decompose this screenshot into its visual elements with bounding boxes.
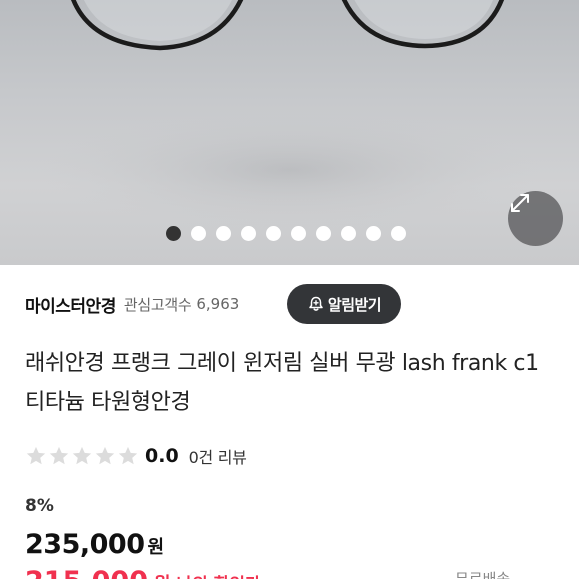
carousel-indicator bbox=[166, 226, 406, 241]
star-icon bbox=[118, 446, 138, 465]
price-row: 235,000 원 bbox=[25, 529, 164, 560]
review-count[interactable]: 0건 리뷰 bbox=[189, 444, 247, 468]
rating-score: 0.0 bbox=[145, 445, 179, 467]
carousel-dot[interactable] bbox=[166, 226, 181, 241]
carousel-dot[interactable] bbox=[316, 226, 331, 241]
product-image[interactable] bbox=[0, 0, 579, 265]
sale-price: 215,000 bbox=[25, 566, 148, 579]
price-currency: 원 bbox=[147, 537, 165, 558]
carousel-dot[interactable] bbox=[291, 226, 306, 241]
sale-price-currency: 원 bbox=[154, 570, 171, 579]
expand-icon bbox=[511, 194, 529, 212]
rating-row[interactable]: 0.0 0건 리뷰 bbox=[25, 444, 247, 468]
star-icon bbox=[72, 446, 92, 465]
carousel-dot[interactable] bbox=[191, 226, 206, 241]
expand-image-button[interactable] bbox=[508, 191, 563, 246]
sale-price-label: 나의 할인가 bbox=[177, 570, 261, 579]
carousel-dot[interactable] bbox=[366, 226, 381, 241]
star-rating bbox=[25, 445, 139, 467]
carousel-dot[interactable] bbox=[341, 226, 356, 241]
sale-price-row: 215,000 원 나의 할인가 bbox=[25, 566, 261, 579]
star-icon bbox=[95, 446, 115, 465]
star-icon bbox=[26, 446, 46, 465]
star-icon bbox=[49, 446, 69, 465]
subscribe-alarm-label: 알림받기 bbox=[327, 295, 382, 314]
carousel-dot[interactable] bbox=[391, 226, 406, 241]
carousel-dot[interactable] bbox=[216, 226, 231, 241]
price: 235,000 bbox=[25, 529, 145, 560]
carousel-dot[interactable] bbox=[241, 226, 256, 241]
discount-rate: 8% bbox=[25, 496, 54, 516]
bell-plus-icon bbox=[309, 296, 323, 311]
favorite-customers-label: 관심고객수 bbox=[123, 295, 192, 314]
favorite-customers-count: 6,963 bbox=[196, 295, 240, 313]
subscribe-alarm-button[interactable]: 알림받기 bbox=[287, 284, 401, 324]
shipping-label: 무료배송 bbox=[455, 570, 511, 579]
store-info: 마이스터안경 관심고객수 6,963 알림받기 bbox=[25, 284, 554, 324]
store-name[interactable]: 마이스터안경 bbox=[25, 292, 116, 317]
product-title: 래쉬안경 프랭크 그레이 윈저림 실버 무광 lash frank c1 티타늄… bbox=[25, 351, 539, 415]
carousel-dot[interactable] bbox=[266, 226, 281, 241]
